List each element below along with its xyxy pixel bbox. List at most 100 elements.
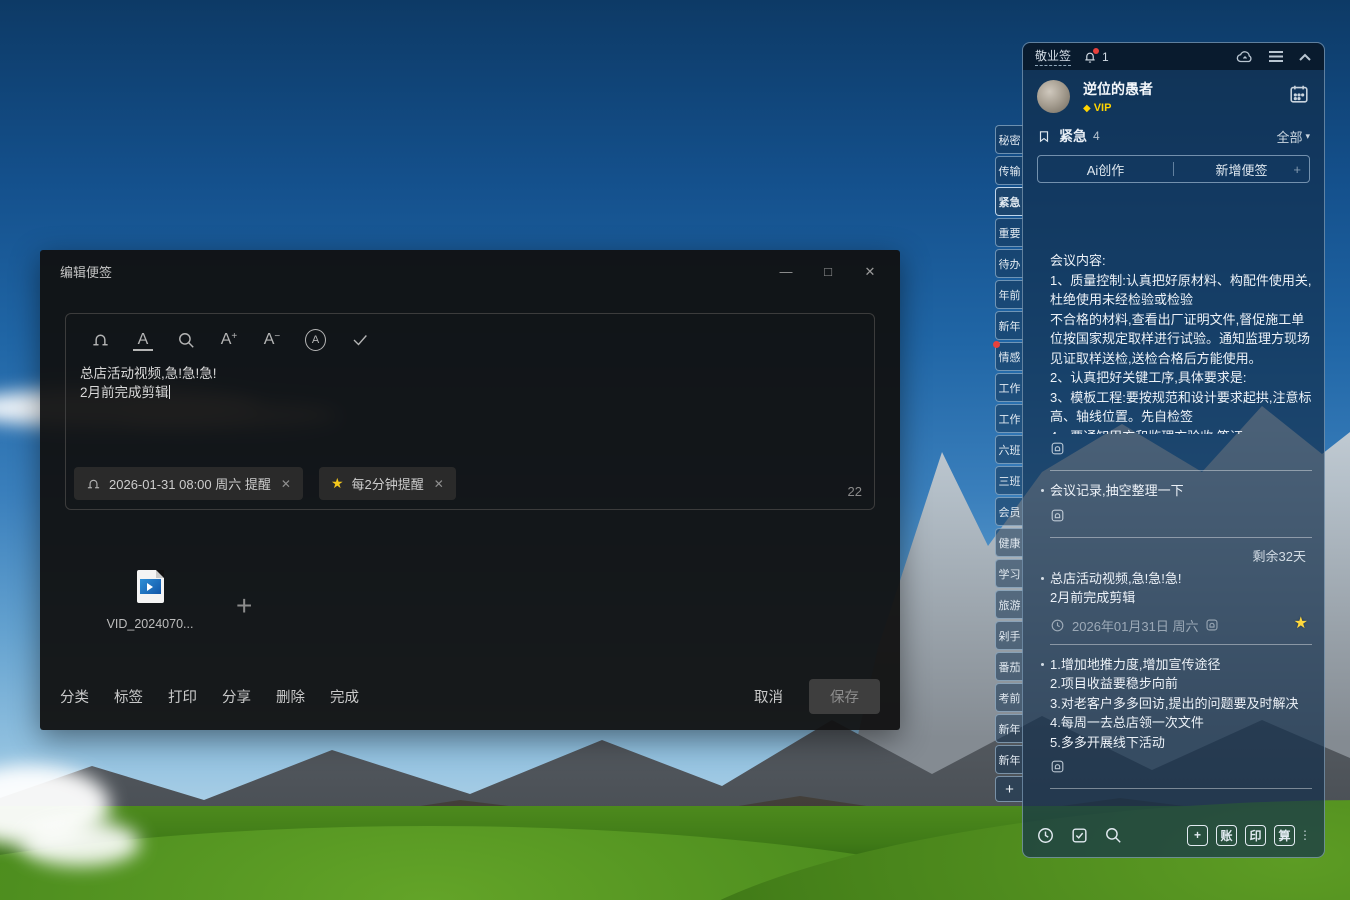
cloud [20, 820, 140, 866]
category-tab-重要[interactable]: 重要 [995, 218, 1023, 247]
notes-list: 会议内容: 1、质量控制:认真把好原材料、构配件使用关,杜绝使用未经检验或检验 … [1023, 241, 1324, 807]
menu-icon[interactable] [1268, 50, 1284, 63]
category-tab-传输[interactable]: 传输 [995, 156, 1023, 185]
note-reminder-meta: 2026年01月31日 周六 [1050, 616, 1312, 635]
dialog-title: 编辑便签 [60, 262, 112, 281]
new-note-button[interactable]: 新增便签 [1174, 156, 1309, 182]
delete-button[interactable]: 删除 [276, 686, 305, 707]
category-tab-六班[interactable]: 六班 [995, 435, 1023, 464]
category-tabs: 秘密传输紧急重要待办年前新年情感工作工作六班三班会员健康学习旅游剁手番茄考前新年… [995, 125, 1023, 802]
notification-bell-icon[interactable] [1083, 50, 1097, 64]
font-color-icon[interactable]: A [133, 329, 153, 351]
category-tab-剁手[interactable]: 剁手 [995, 621, 1023, 650]
note-alarm-icon [1050, 441, 1312, 461]
complete-button[interactable]: 完成 [330, 686, 359, 707]
category-tab-新年[interactable]: 新年 [995, 745, 1023, 774]
minimize-button[interactable]: — [778, 264, 794, 280]
divider [1050, 788, 1312, 789]
cloud-sync-icon[interactable] [1236, 50, 1254, 64]
caret-down-icon[interactable]: ▾ [1305, 131, 1310, 142]
history-clock-icon[interactable] [1036, 826, 1055, 845]
note-text: 总店活动视频,急!急!急! 2月前完成剪辑 [1050, 569, 1312, 608]
check-icon[interactable] [349, 329, 371, 351]
share-button[interactable]: 分享 [222, 686, 251, 707]
panel-titlebar[interactable]: 敬业签 1 [1023, 43, 1324, 70]
note-text: 会议记录,抽空整理一下 [1050, 481, 1312, 501]
remove-repeat-icon[interactable]: ✕ [434, 477, 444, 491]
category-tab-新年[interactable]: 新年 [995, 714, 1023, 743]
panel-toolbar: + 账印算 ⋮ [1023, 813, 1324, 857]
search-icon[interactable] [1104, 826, 1123, 845]
category-tab-紧急[interactable]: 紧急 [995, 187, 1023, 216]
username: 逆位的愚者 [1083, 79, 1288, 99]
category-tab-考前[interactable]: 考前 [995, 683, 1023, 712]
category-tab-情感[interactable]: 情感 [995, 342, 1023, 371]
category-tab-工作[interactable]: 工作 [995, 373, 1023, 402]
text-caret [169, 385, 170, 399]
calendar-icon[interactable] [1288, 83, 1310, 110]
new-note-plus-icon[interactable]: + [1293, 162, 1301, 177]
add-category-button[interactable]: + [995, 776, 1023, 802]
font-increase-icon[interactable]: A+ [219, 329, 239, 351]
char-count: 22 [848, 484, 862, 499]
app-title[interactable]: 敬业签 [1035, 47, 1071, 66]
convert-text-icon[interactable]: A [305, 329, 326, 351]
repeat-reminder-chip[interactable]: ★ 每2分钟提醒 ✕ [319, 467, 456, 500]
note-alarm-icon [1205, 618, 1219, 632]
more-options-icon[interactable]: ⋮ [1299, 828, 1311, 842]
font-decrease-icon[interactable]: A− [262, 329, 282, 351]
toolbar-button-账[interactable]: 账 [1216, 825, 1237, 846]
remove-reminder-icon[interactable]: ✕ [281, 477, 291, 491]
category-tab-会员[interactable]: 会员 [995, 497, 1023, 526]
note-item[interactable]: 总店活动视频,急!急!急! 2月前完成剪辑 2026年01月31日 周六 ★ [1041, 567, 1312, 645]
category-tab-新年[interactable]: 新年 [995, 311, 1023, 340]
note-item[interactable]: 1.增加地推力度,增加宣传途径 2.项目收益要稳步向前 3.对老客户多多回访,提… [1041, 645, 1312, 790]
search-icon[interactable] [176, 329, 196, 351]
category-tab-学习[interactable]: 学习 [995, 559, 1023, 588]
desktop: 编辑便签 — □ ✕ A A+ [0, 0, 1350, 900]
ai-create-button[interactable]: Ai创作 [1038, 156, 1173, 182]
print-button[interactable]: 打印 [168, 686, 197, 707]
reminder-bell-icon[interactable] [90, 329, 110, 351]
repeat-chip-label: 每2分钟提醒 [352, 474, 424, 493]
collapse-icon[interactable] [1298, 52, 1312, 62]
video-file-icon [137, 570, 164, 603]
filter-dropdown[interactable]: 全部 [1276, 127, 1302, 146]
bell-icon [86, 476, 101, 492]
toolbar-button-+[interactable]: + [1187, 825, 1208, 846]
todo-box-icon[interactable] [1070, 826, 1089, 845]
add-attachment-button[interactable]: + [236, 590, 252, 622]
category-tab-三班[interactable]: 三班 [995, 466, 1023, 495]
attachment-item[interactable]: VID_2024070... [95, 570, 205, 631]
reminder-chip[interactable]: 2026-01-31 08:00 周六 提醒 ✕ [74, 467, 303, 500]
note-item[interactable]: 会议内容: 1、质量控制:认真把好原材料、构配件使用关,杜绝使用未经检验或检验 … [1041, 241, 1312, 471]
close-button[interactable]: ✕ [862, 264, 878, 280]
category-tab-待办[interactable]: 待办 [995, 249, 1023, 278]
note-alarm-icon [1050, 759, 1312, 779]
cancel-button[interactable]: 取消 [754, 686, 783, 707]
category-tab-健康[interactable]: 健康 [995, 528, 1023, 557]
category-tab-工作[interactable]: 工作 [995, 404, 1023, 433]
avatar[interactable] [1037, 80, 1070, 113]
section-count: 4 [1093, 129, 1100, 143]
note-editor-box[interactable]: A A+ A− A 总店活动视频,急!急!急! 2月前完成剪辑 [65, 313, 875, 510]
tag-button[interactable]: 标签 [114, 686, 143, 707]
category-tab-番茄[interactable]: 番茄 [995, 652, 1023, 681]
section-title: 紧急 [1059, 126, 1087, 146]
note-item[interactable]: 会议记录,抽空整理一下 [1041, 471, 1312, 538]
star-icon[interactable]: ★ [1294, 613, 1308, 633]
action-bar: Ai创作 新增便签 + [1037, 155, 1310, 183]
note-content-text: 总店活动视频,急!急!急! 2月前完成剪辑 [80, 366, 217, 400]
dialog-titlebar[interactable]: 编辑便签 — □ ✕ [40, 250, 900, 281]
toolbar-button-印[interactable]: 印 [1245, 825, 1266, 846]
category-button[interactable]: 分类 [60, 686, 89, 707]
category-tab-秘密[interactable]: 秘密 [995, 125, 1023, 154]
save-button[interactable]: 保存 [809, 679, 880, 714]
category-tab-年前[interactable]: 年前 [995, 280, 1023, 309]
category-tab-旅游[interactable]: 旅游 [995, 590, 1023, 619]
toolbar-button-算[interactable]: 算 [1274, 825, 1295, 846]
note-content-input[interactable]: 总店活动视频,急!急!急! 2月前完成剪辑 [66, 351, 874, 402]
clock-icon [1050, 618, 1065, 633]
star-icon: ★ [331, 475, 344, 492]
maximize-button[interactable]: □ [820, 264, 836, 280]
